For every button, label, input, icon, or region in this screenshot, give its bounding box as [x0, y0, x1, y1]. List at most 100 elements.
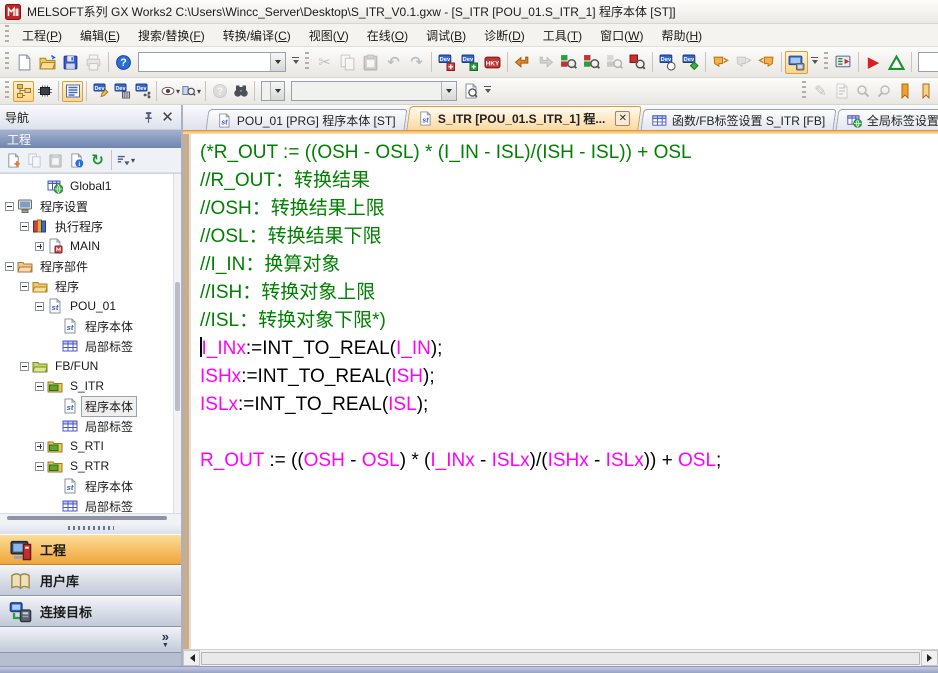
pin-icon[interactable]	[140, 109, 157, 126]
scroll-left-icon[interactable]	[183, 650, 200, 666]
new-data-icon[interactable]	[3, 150, 24, 171]
tab-sitr-body[interactable]: stS_ITR [POU_01.S_ITR_1] 程...✕	[406, 106, 642, 130]
tab-global-label-setting[interactable]: 全局标签设置 Glo	[836, 109, 938, 130]
device-setting-icon[interactable]: Dev	[132, 81, 153, 102]
forced-cancel-icon[interactable]	[755, 51, 778, 74]
collapse-icon[interactable]	[5, 262, 14, 271]
tab-pou01-body[interactable]: stPOU_01 [PRG] 程序本体 [ST]	[206, 109, 408, 130]
scroll-right-icon[interactable]	[921, 650, 938, 666]
code-line-4[interactable]: //OSL：转换结果下限	[200, 223, 938, 251]
tab-fb-label-setting[interactable]: 函数/FB标签设置 S_ITR [FB]	[641, 109, 837, 130]
outline-window-icon[interactable]	[62, 81, 83, 102]
chevron-down-icon[interactable]: ▾	[176, 87, 180, 96]
refresh-icon[interactable]: ↻	[87, 150, 108, 171]
tree-item-main[interactable]: MAIN	[0, 236, 181, 256]
tree-item-srtr[interactable]: S_RTR	[0, 456, 181, 476]
menu-view[interactable]: 视图(V)	[300, 24, 358, 47]
device-batch-monitor-icon[interactable]: Dev	[656, 51, 679, 74]
menu-online[interactable]: 在线(O)	[358, 24, 417, 47]
menu-project[interactable]: 工程(P)	[13, 24, 71, 47]
code-line-3[interactable]: //OSH：转换结果上限	[200, 195, 938, 223]
tree-item-pou01-label[interactable]: 局部标签	[0, 336, 181, 356]
panel-splitter-handle[interactable]	[0, 522, 181, 534]
toolbar-grip[interactable]	[5, 81, 9, 101]
editor-horizontal-scrollbar[interactable]	[183, 649, 938, 666]
code-line-12[interactable]: R_OUT := ((OSH - OSL) * (I_INx - ISLx)/(…	[200, 447, 938, 475]
toolbar-grip[interactable]	[305, 52, 309, 72]
navigation-window-icon[interactable]	[13, 81, 34, 102]
tree-item-pou01[interactable]: stPOU_01	[0, 296, 181, 316]
menu-diagnostics[interactable]: 诊断(D)	[475, 24, 534, 47]
code-line-2[interactable]: //R_OUT：转换结果	[200, 167, 938, 195]
tree-item-program-setting[interactable]: 程序设置	[0, 196, 181, 216]
code-line-11[interactable]	[200, 419, 938, 447]
tree-item-srtr-label[interactable]: 局部标签	[0, 496, 181, 513]
code-line-7[interactable]: //ISL：转换对象下限*)	[200, 307, 938, 335]
project-data-combo[interactable]	[138, 52, 286, 72]
plc-read-icon[interactable]: Dev	[458, 51, 481, 74]
simulation-run-icon[interactable]: ▶	[862, 51, 885, 74]
panel-more-button[interactable]: » ▼	[0, 627, 181, 653]
menu-debug[interactable]: 调试(B)	[417, 24, 475, 47]
find-icon[interactable]	[230, 81, 251, 102]
tab-close-icon[interactable]: ✕	[615, 111, 630, 126]
data-property-icon[interactable]: i	[66, 150, 87, 171]
project-button[interactable]: 工程	[0, 534, 181, 565]
menu-edit[interactable]: 编辑(E)	[71, 24, 129, 47]
collapse-icon[interactable]	[20, 282, 29, 291]
tree-item-fbfun[interactable]: FB/FUN	[0, 356, 181, 376]
scan-time-input[interactable]	[918, 52, 938, 72]
help-icon[interactable]: ?	[112, 51, 135, 74]
save-icon[interactable]	[59, 51, 82, 74]
watch-start-icon[interactable]	[557, 51, 580, 74]
editor-scrollbar-thumb[interactable]	[201, 652, 920, 665]
tree-item-srtr-body[interactable]: st程序本体	[0, 476, 181, 496]
tree-scrollbar-thumb[interactable]	[7, 516, 166, 520]
collapse-icon[interactable]	[35, 302, 44, 311]
code-line-5[interactable]: //I_IN：换算对象	[200, 251, 938, 279]
collapse-icon[interactable]	[5, 202, 14, 211]
toolbar-options-icon[interactable]	[481, 80, 494, 102]
menu-find-replace[interactable]: 搜索/替换(F)	[129, 24, 214, 47]
collapse-icon[interactable]	[35, 462, 44, 471]
collapse-icon[interactable]	[20, 222, 29, 231]
user-library-button[interactable]: 用户库	[0, 565, 181, 596]
toolbar-grip[interactable]	[802, 81, 806, 101]
device-comment-icon[interactable]: Dev	[90, 81, 111, 102]
watch-window-icon[interactable]: ▾	[160, 81, 181, 102]
device-find-icon[interactable]: ▾	[181, 81, 202, 102]
tree-item-pou01-body[interactable]: st程序本体	[0, 316, 181, 336]
toolbar-grip[interactable]	[824, 52, 828, 72]
menu-tools[interactable]: 工具(T)	[534, 24, 591, 47]
menu-convert-compile[interactable]: 转换/编译(C)	[214, 24, 300, 47]
tree-item-program-folder[interactable]: 程序	[0, 276, 181, 296]
collapse-icon[interactable]	[35, 382, 44, 391]
buffer-monitor-icon[interactable]	[626, 51, 649, 74]
tree-vertical-scrollbar[interactable]	[173, 174, 181, 513]
toolbar-options-icon[interactable]	[289, 51, 302, 73]
close-icon[interactable]: ✕	[159, 109, 176, 126]
connection-button[interactable]: 连接目标	[0, 596, 181, 627]
tree-item-global1[interactable]: Global1	[0, 176, 181, 196]
watch-stop-icon[interactable]	[580, 51, 603, 74]
expand-icon[interactable]	[35, 242, 44, 251]
menu-window[interactable]: 窗口(W)	[591, 24, 652, 47]
page-find-icon[interactable]	[460, 81, 481, 102]
device-memory-icon[interactable]: Dev	[111, 81, 132, 102]
chevron-down-icon[interactable]	[270, 53, 285, 71]
menu-help[interactable]: 帮助(H)	[652, 24, 711, 47]
code-line-10[interactable]: ISLx:=INT_TO_REAL(ISL);	[200, 391, 938, 419]
transfer-setup-icon[interactable]	[511, 51, 534, 74]
st-code-editor[interactable]: (*R_OUT := ((OSH - OSL) * (I_IN - ISL)/(…	[191, 134, 938, 649]
code-line-6[interactable]: //ISH：转换对象上限	[200, 279, 938, 307]
monitor-mode-icon[interactable]	[785, 51, 808, 74]
code-line-1[interactable]: (*R_OUT := ((OSH - OSL) * (I_IN - ISL)/(…	[200, 139, 938, 167]
tree-item-sitr-body[interactable]: st程序本体	[0, 396, 181, 416]
tree-item-exec-program[interactable]: 执行程序	[0, 216, 181, 236]
tree-item-sitr-label[interactable]: 局部标签	[0, 416, 181, 436]
code-line-8[interactable]: I_INx:=INT_TO_REAL(I_IN);	[200, 335, 938, 363]
tree-item-srti[interactable]: S_RTI	[0, 436, 181, 456]
ladder-test-icon[interactable]	[832, 51, 855, 74]
fb-selection-window-icon[interactable]	[34, 81, 55, 102]
tree-horizontal-scrollbar[interactable]	[0, 513, 181, 522]
